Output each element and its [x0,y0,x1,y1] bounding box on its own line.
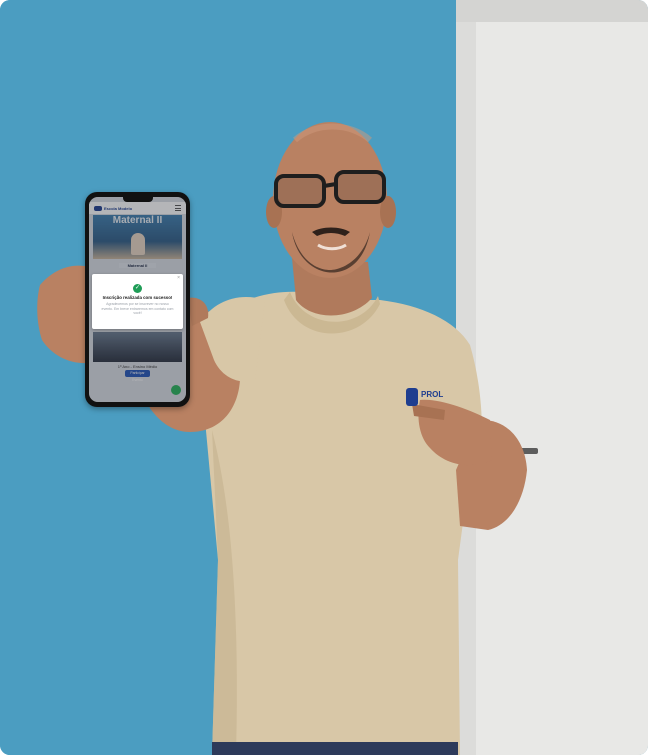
phone-notch [123,197,153,202]
modal-title: Inscrição realizada com sucesso! [102,295,173,300]
glasses-left-lens [274,174,326,208]
check-icon: ✓ [133,284,142,293]
door-frame-top [456,0,648,22]
glasses-bridge [323,182,337,188]
door [476,22,648,755]
jeans [212,742,458,755]
shirt-logo-emblem [406,388,418,406]
photo-frame: PROL Escola Modelo Maternal II Maternal … [0,0,648,755]
modal-message: Agradecemos por se inscrever no nosso ev… [101,302,174,315]
success-modal: × ✓ Inscrição realizada com sucesso! Agr… [92,274,183,329]
close-icon[interactable]: × [177,275,180,281]
glasses-right-lens [334,170,386,204]
shirt-logo-text: PROL [421,390,443,399]
phone-screen: Escola Modelo Maternal II Maternal II 1º… [89,197,186,402]
smartphone: Escola Modelo Maternal II Maternal II 1º… [85,192,190,407]
